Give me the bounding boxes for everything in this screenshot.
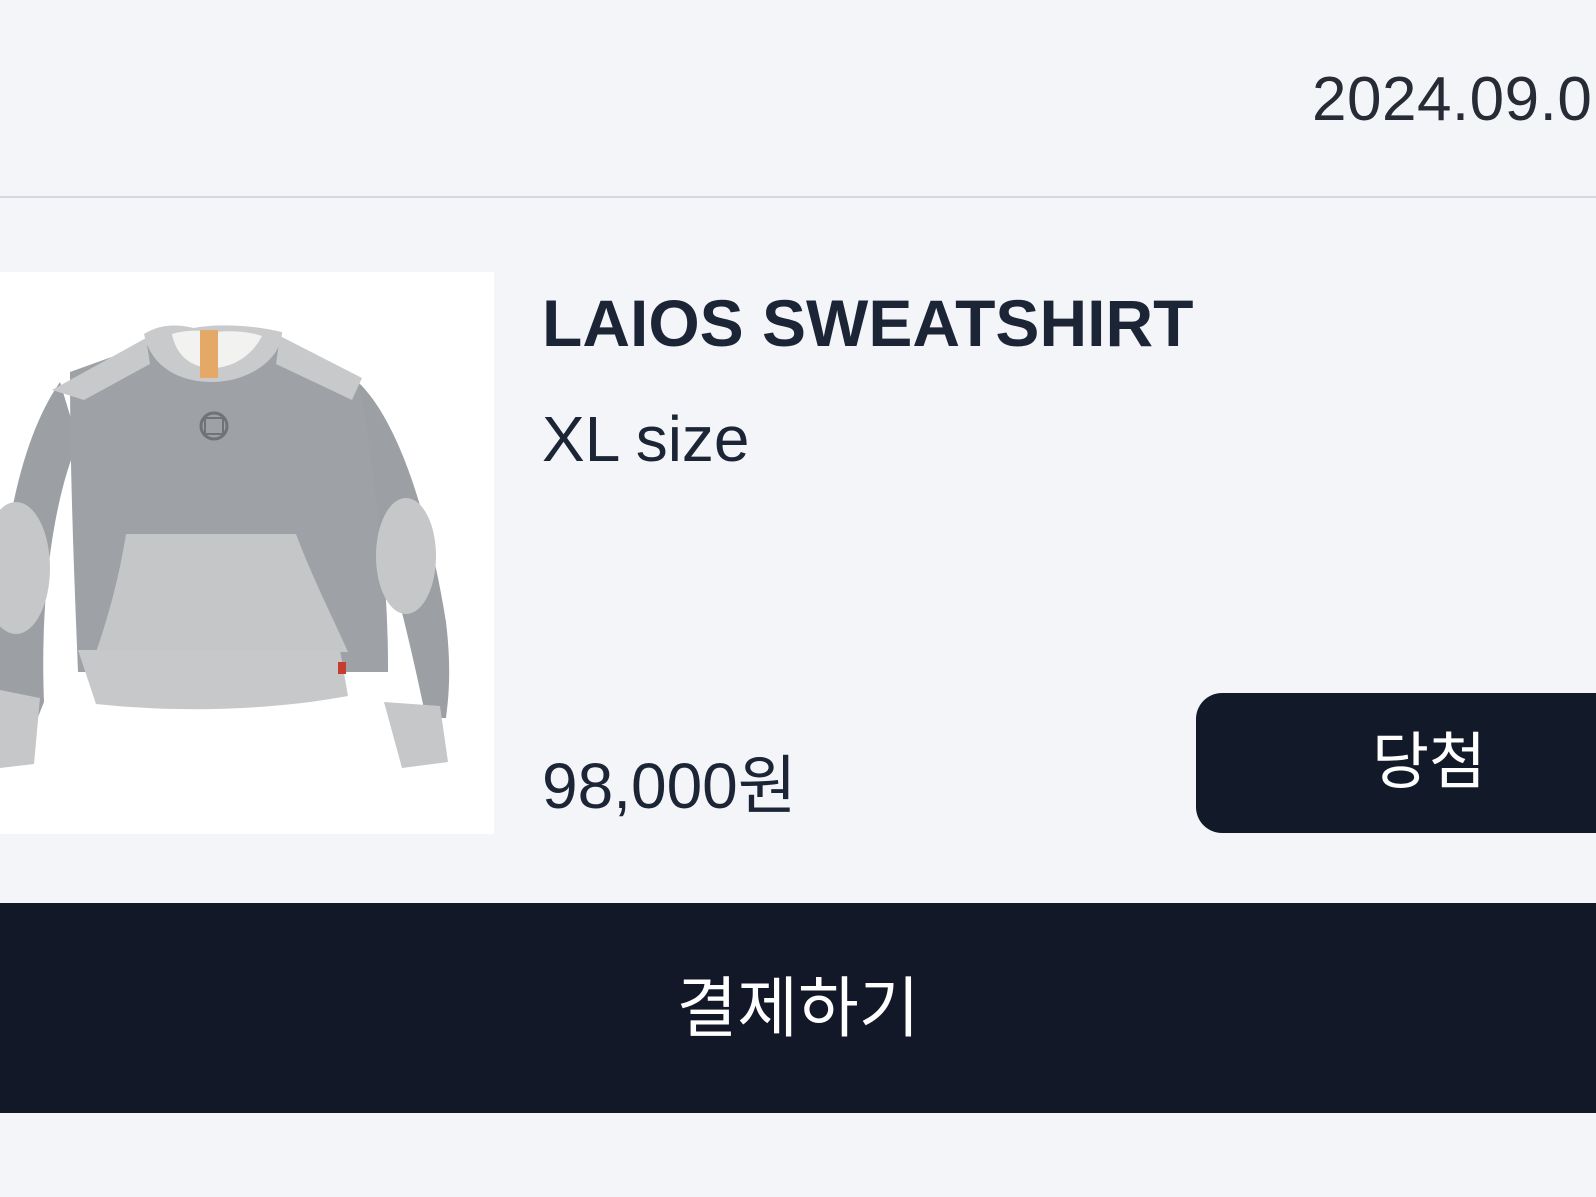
pay-button[interactable]: 결제하기 [0, 903, 1596, 1113]
neck-label [200, 330, 218, 378]
right-elbow-patch [376, 498, 436, 614]
order-date-row: 2024.09.0 [0, 0, 1596, 198]
order-date: 2024.09.0 [1312, 65, 1593, 134]
product-option: XL size [542, 403, 750, 475]
left-cuff [0, 690, 40, 768]
side-tag [338, 662, 346, 674]
product-price: 98,000원 [542, 750, 797, 822]
sweatshirt-image [0, 272, 494, 834]
product-name[interactable]: LAIOS SWEATSHIRT [542, 283, 1193, 363]
waistband [78, 650, 348, 710]
status-badge[interactable]: 당첨 [1196, 693, 1596, 833]
product-image[interactable] [0, 272, 494, 834]
